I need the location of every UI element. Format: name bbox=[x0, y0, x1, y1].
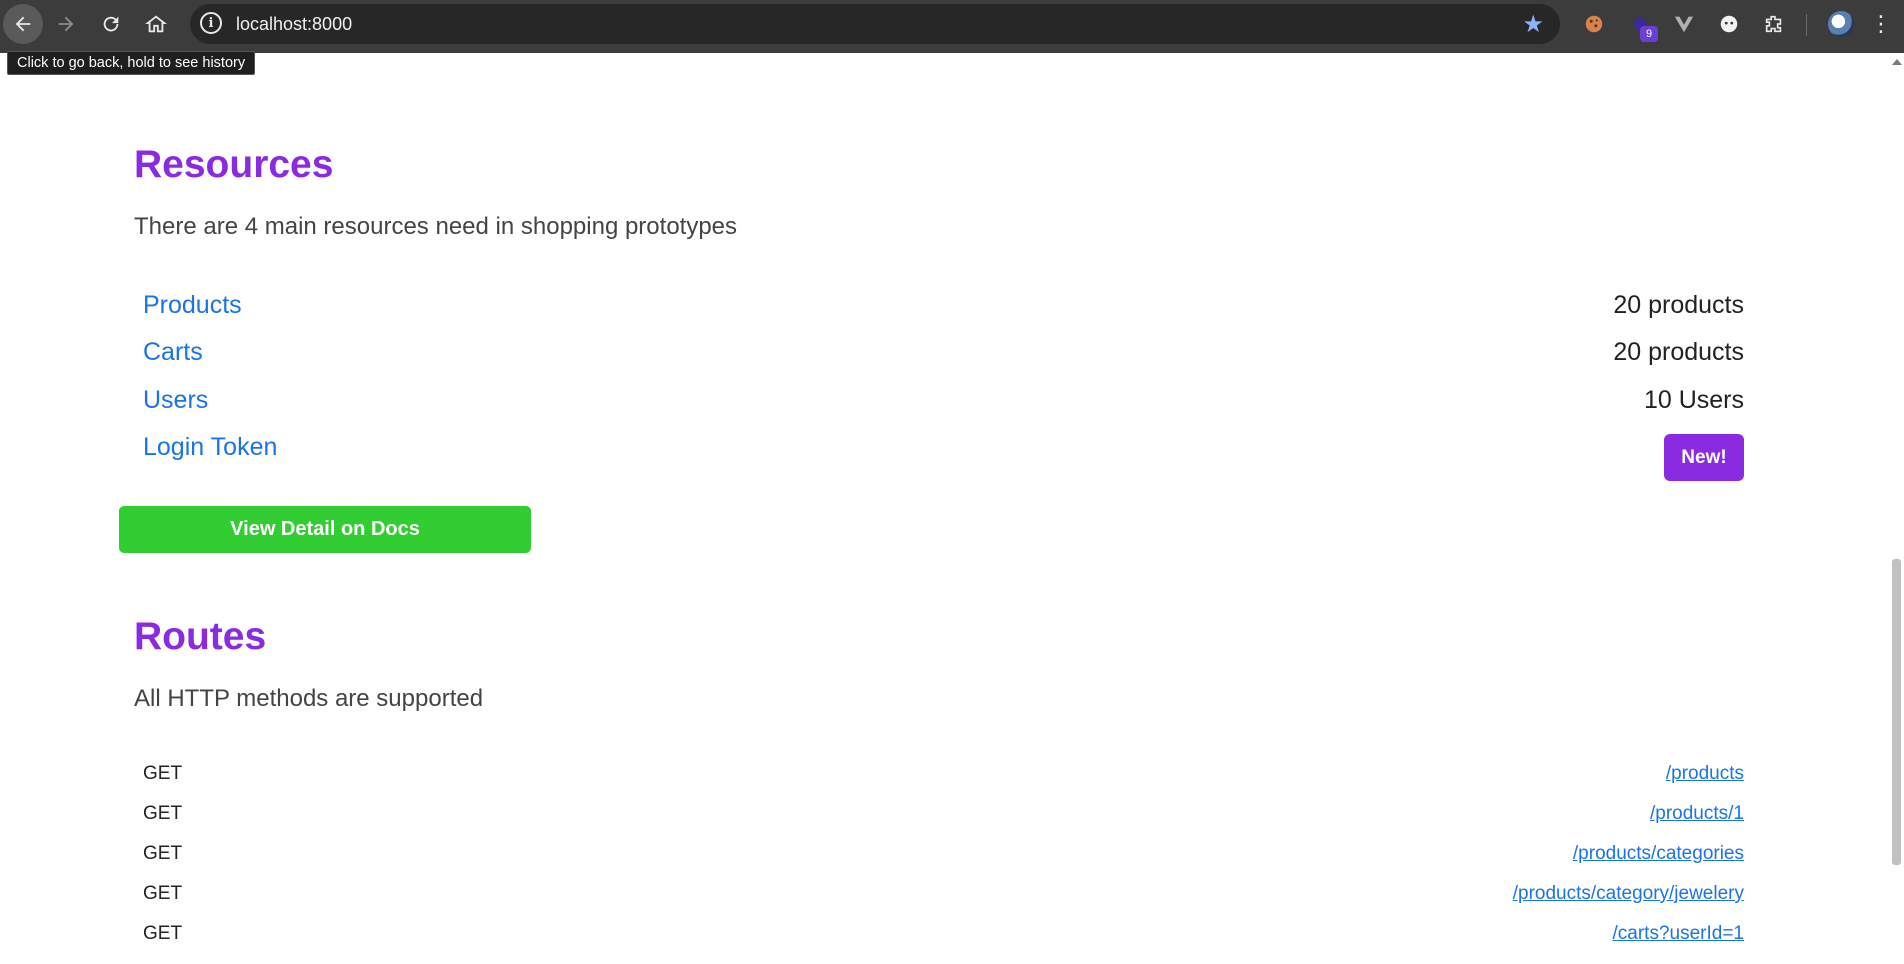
extension-badge: 9 bbox=[1640, 26, 1658, 42]
bookmark-star-icon[interactable]: ★ bbox=[1522, 10, 1544, 39]
vue-devtools-icon[interactable] bbox=[1668, 8, 1700, 40]
menu-dots-icon[interactable]: ⋮ bbox=[1866, 8, 1896, 40]
scroll-up-arrow-icon[interactable] bbox=[1892, 59, 1902, 65]
forward-arrow-icon[interactable] bbox=[46, 4, 86, 44]
route-row: GET /products/categories bbox=[143, 843, 1744, 873]
resources-title: Resources bbox=[134, 143, 334, 186]
resource-link-login-token[interactable]: Login Token bbox=[143, 433, 277, 462]
puzzle-extensions-icon[interactable] bbox=[1758, 8, 1790, 40]
cookie-extension-icon[interactable] bbox=[1578, 8, 1610, 40]
resource-count: 20 products bbox=[1613, 291, 1744, 319]
resource-count: 20 products bbox=[1613, 338, 1744, 366]
browser-toolbar: i localhost:8000 ★ 9 ⋮ bbox=[0, 0, 1904, 53]
scrollbar-thumb[interactable] bbox=[1892, 559, 1901, 865]
route-link[interactable]: /products/category/jewelery bbox=[1513, 883, 1744, 905]
resources-description: There are 4 main resources need in shopp… bbox=[134, 213, 738, 240]
resource-row: Users 10 Users bbox=[143, 386, 1744, 426]
profile-avatar-icon[interactable] bbox=[1828, 11, 1854, 37]
resource-link-carts[interactable]: Carts bbox=[143, 338, 203, 367]
route-method: GET bbox=[143, 843, 183, 864]
view-docs-button[interactable]: View Detail on Docs bbox=[119, 506, 531, 553]
route-link[interactable]: /products/categories bbox=[1573, 843, 1744, 865]
route-method: GET bbox=[143, 763, 183, 784]
resource-link-users[interactable]: Users bbox=[143, 386, 208, 415]
resource-count: 10 Users bbox=[1643, 386, 1744, 414]
routes-title: Routes bbox=[134, 615, 267, 658]
resource-row: Login Token New! bbox=[143, 433, 1744, 483]
home-icon[interactable] bbox=[136, 4, 176, 44]
route-link[interactable]: /carts?userId=1 bbox=[1613, 923, 1745, 945]
address-bar[interactable]: i localhost:8000 ★ bbox=[190, 4, 1560, 44]
route-method: GET bbox=[143, 883, 183, 904]
route-row: GET /products/category/jewelery bbox=[143, 883, 1744, 913]
routes-description: All HTTP methods are supported bbox=[134, 685, 484, 712]
route-method: GET bbox=[143, 803, 183, 824]
route-row: GET /products bbox=[143, 763, 1744, 793]
url-text: localhost:8000 bbox=[236, 14, 353, 34]
vertical-scrollbar[interactable] bbox=[1889, 53, 1904, 964]
extension-icon[interactable]: 9 bbox=[1624, 8, 1658, 42]
route-method: GET bbox=[143, 923, 183, 944]
route-row: GET /products/1 bbox=[143, 803, 1744, 833]
site-info-icon[interactable]: i bbox=[200, 12, 222, 34]
route-link[interactable]: /products/1 bbox=[1650, 803, 1744, 825]
face-extension-icon[interactable] bbox=[1713, 8, 1745, 40]
back-arrow-icon[interactable] bbox=[3, 4, 43, 44]
new-badge: New! bbox=[1664, 434, 1744, 481]
resource-row: Carts 20 products bbox=[143, 338, 1744, 378]
route-link[interactable]: /products bbox=[1666, 763, 1744, 785]
resource-link-products[interactable]: Products bbox=[143, 291, 242, 320]
reload-icon[interactable] bbox=[91, 4, 131, 44]
page-content: Resources There are 4 main resources nee… bbox=[0, 53, 1889, 964]
resource-row: Products 20 products bbox=[143, 291, 1744, 331]
back-button-tooltip: Click to go back, hold to see history bbox=[7, 51, 256, 75]
toolbar-divider bbox=[1806, 14, 1807, 36]
route-row: GET /carts?userId=1 bbox=[143, 923, 1744, 953]
